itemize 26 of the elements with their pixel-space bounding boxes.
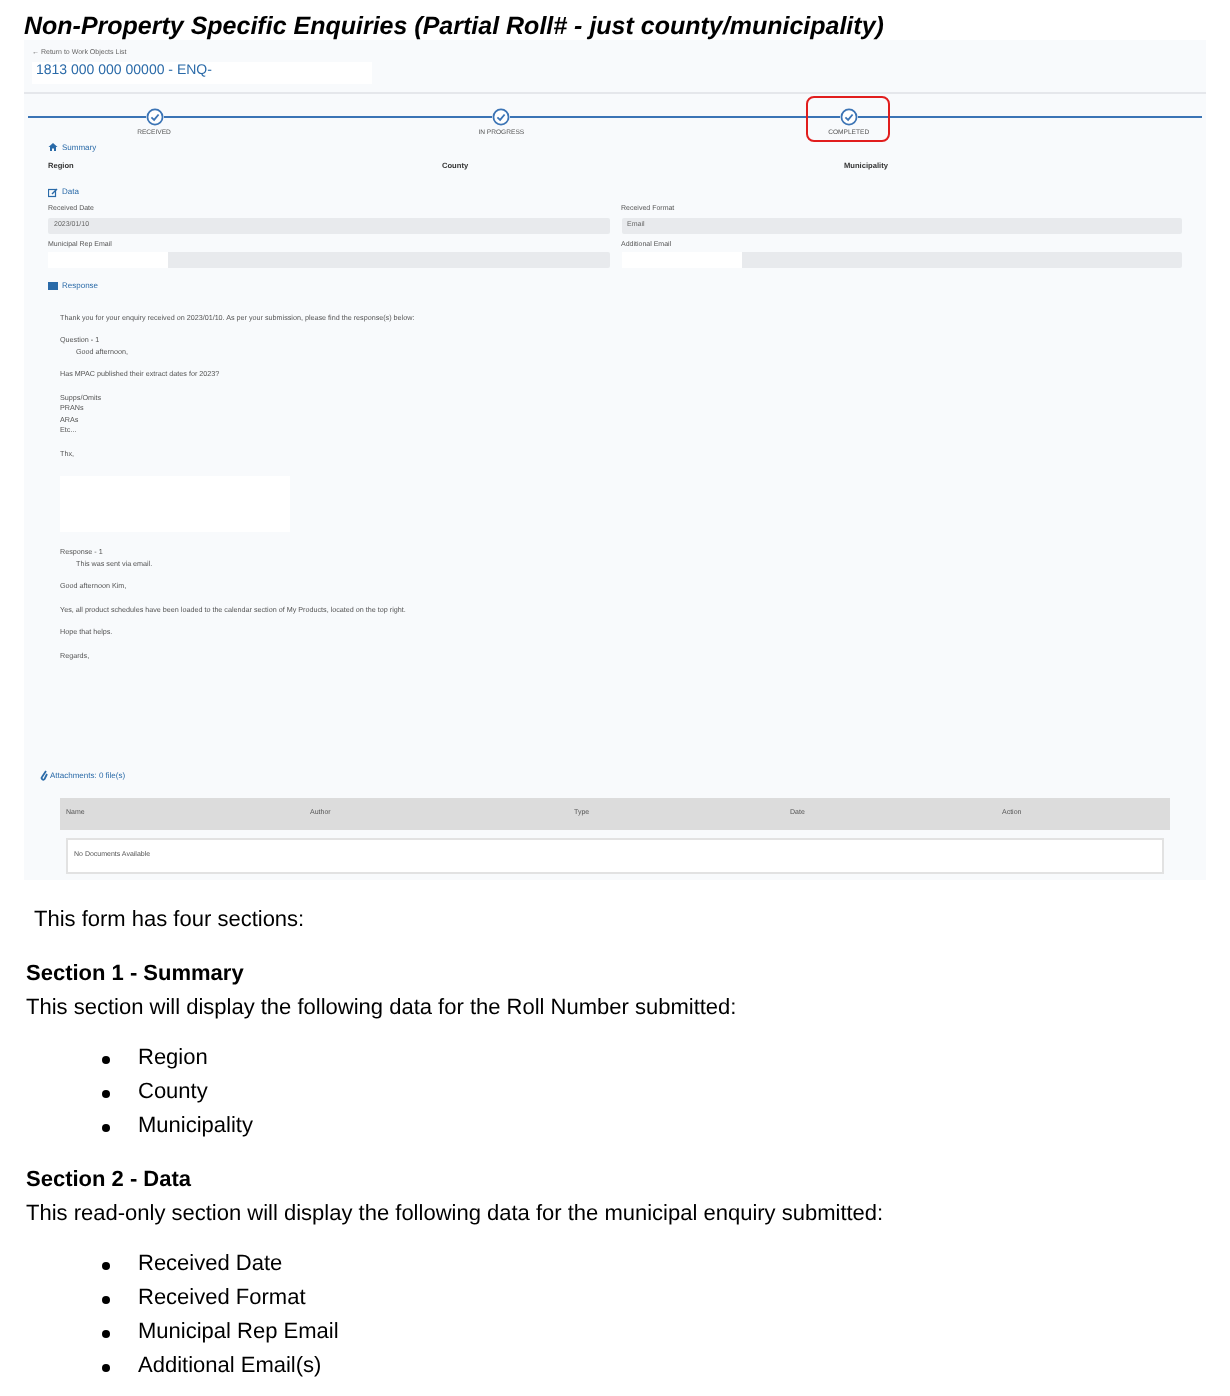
section-description: This section will display the following data for the Roll Number submitted: xyxy=(26,994,739,1024)
bullet-text: Received Date xyxy=(138,1250,283,1280)
intro-text: This form has four sections: xyxy=(32,906,307,936)
bullet-text: Received Format xyxy=(138,1284,306,1314)
bullet-icon xyxy=(102,1055,110,1063)
section-description: This read-only section will display the following data for the municipal enquiry submitted: xyxy=(26,1200,886,1230)
bullet-text: Municipality xyxy=(138,1112,253,1142)
home-icon xyxy=(48,142,58,153)
bullet-icon xyxy=(102,1261,110,1269)
section-heading: Section 2 - Data xyxy=(26,1166,194,1196)
paperclip-icon xyxy=(40,770,48,782)
bullet-text: Additional Email(s) xyxy=(138,1352,322,1382)
page-heading: Non-Property Specific Enquiries (Partial Roll# - just county/municipality) xyxy=(22,10,886,40)
edit-icon xyxy=(48,187,58,198)
check-circle-icon xyxy=(492,107,511,126)
bullet-icon xyxy=(102,1123,110,1131)
bullet-icon xyxy=(102,1295,110,1303)
bullet-text: County xyxy=(138,1078,208,1108)
bullet-icon xyxy=(102,1089,110,1097)
bullet-icon xyxy=(102,1329,110,1337)
check-circle-icon xyxy=(145,107,163,126)
check-circle-icon xyxy=(839,107,858,126)
bullet-text: Municipal Rep Email xyxy=(138,1318,339,1348)
bullet-text: Region xyxy=(138,1044,208,1074)
section-heading: Section 1 - Summary xyxy=(26,960,246,990)
bullet-icon xyxy=(102,1363,110,1371)
